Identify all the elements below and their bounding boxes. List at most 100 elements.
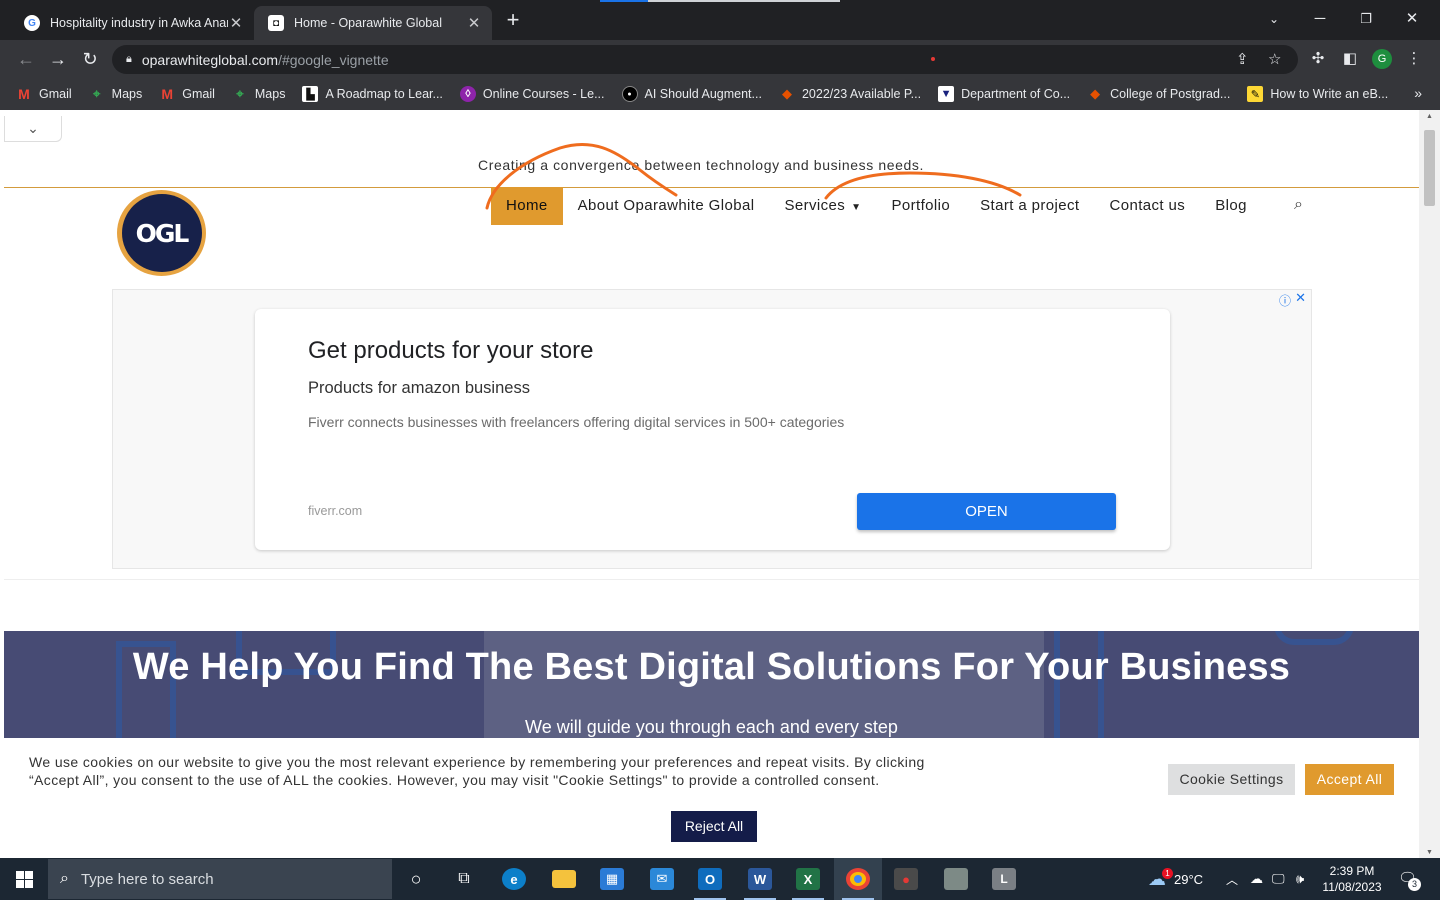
site-icon: ◘ [268,15,284,31]
start-button[interactable] [0,858,48,900]
recording-dot-icon [931,57,935,61]
bookmark-label: Maps [111,87,143,101]
bookmark-gmail[interactable]: M Gmail [159,86,215,102]
ad-close-icon[interactable]: ✕ [1295,290,1306,306]
cookie-settings-button[interactable]: Cookie Settings [1168,764,1295,795]
close-tab-icon[interactable]: ✕ [466,14,482,32]
edge-icon[interactable]: e [494,863,534,895]
scroll-up-icon[interactable]: ▲ [1419,113,1440,120]
tab-search-icon[interactable]: ⌄ [1254,6,1294,32]
forward-icon[interactable]: → [47,48,69,70]
nav-start-project[interactable]: Start a project [965,187,1094,225]
page-scrollbar[interactable]: ▲ ▼ [1419,110,1440,858]
accept-all-button[interactable]: Accept All [1305,764,1394,795]
nav-about[interactable]: About Oparawhite Global [563,187,770,225]
ad-open-button[interactable]: OPEN [857,493,1116,530]
task-view-icon[interactable]: ⧉ [444,863,484,895]
word-icon[interactable]: W [740,863,780,900]
nav-home[interactable]: Home [491,187,563,225]
document-app-icon[interactable] [936,863,976,895]
bookmark-available-programs[interactable]: ◆ 2022/23 Available P... [779,86,921,102]
loading-indicator [600,0,840,2]
bookmark-maps[interactable]: ⌖ Maps [89,86,143,102]
hero-decoration [1274,631,1354,645]
nav-services[interactable]: Services ▼ [769,187,876,225]
courses-icon: ◊ [459,86,476,102]
system-clock[interactable]: 2:39 PM 11/08/2023 [1318,863,1386,895]
bookmark-online-courses[interactable]: ◊ Online Courses - Le... [459,86,605,102]
browser-tab-hospitality[interactable]: G Hospitality industry in Awka Anambra ✕ [10,6,254,40]
reload-icon[interactable]: ↻ [79,48,101,70]
university-icon: ◆ [781,86,792,101]
file-explorer-icon[interactable] [544,863,584,895]
page-viewport: ⌄ Creating a convergence between technol… [0,110,1440,858]
ad-title[interactable]: Get products for your store [308,337,593,365]
bookmark-star-icon[interactable]: ☆ [1268,50,1281,68]
back-icon[interactable]: ← [15,48,37,70]
nav-blog[interactable]: Blog [1200,187,1262,225]
bookmark-ai-article[interactable]: ● AI Should Augment... [621,86,762,102]
minimize-icon[interactable]: ─ [1300,6,1340,32]
main-navigation: Home About Oparawhite Global Services ▼ P… [491,187,1262,225]
close-window-icon[interactable]: ✕ [1392,6,1432,32]
logo-text: OGL [121,194,202,272]
menu-kebab-icon[interactable]: ⋮ [1404,49,1424,69]
weather-temperature: 29°C [1174,871,1204,887]
share-icon[interactable]: ⇪ [1236,50,1249,68]
scroll-down-icon[interactable]: ▼ [1419,849,1440,856]
ad-card[interactable]: Get products for your store Products for… [255,309,1170,550]
gmail-icon: M [18,86,30,102]
new-tab-button[interactable]: + [502,8,524,32]
bookmark-gmail[interactable]: M Gmail [16,86,72,102]
browser-tab-home[interactable]: ◘ Home - Oparawhite Global ✕ [254,6,492,40]
outlook-icon[interactable]: O [690,863,730,900]
close-tab-icon[interactable]: ✕ [228,14,244,32]
collapse-ad-button[interactable]: ⌄ [4,116,62,142]
lock-icon[interactable]: 🔒︎ [126,53,132,66]
chevron-down-icon: ⌄ [27,120,39,136]
onedrive-icon[interactable]: ☁ [1250,858,1263,900]
network-icon[interactable]: 🖵︎ [1272,858,1285,900]
hero-heading: We Help You Find The Best Digital Soluti… [132,646,1291,688]
notification-count: 3 [1408,878,1421,891]
notification-center-icon[interactable]: 🗨︎ 3 [1398,869,1421,891]
chevron-down-icon: ▼ [851,202,862,213]
bookmark-college[interactable]: ◆ College of Postgrad... [1087,86,1230,102]
chrome-icon[interactable] [838,863,878,900]
reject-all-button[interactable]: Reject All [671,811,757,842]
side-panel-icon[interactable]: ◧ [1340,49,1360,69]
microsoft-store-icon[interactable]: ▦ [592,863,632,895]
search-icon[interactable]: ⌕ [1294,196,1303,214]
roadmap-icon: ▙ [302,86,319,102]
ad-container: ⓘ ✕ Get products for your store Products… [112,289,1312,569]
red-hat-app-icon[interactable]: ● [886,863,926,895]
cortana-icon[interactable]: ○ [396,863,436,895]
mail-icon[interactable]: ✉ [642,863,682,895]
restore-icon[interactable]: ❐ [1346,6,1386,32]
show-hidden-icons-icon[interactable]: ︿ [1226,858,1238,900]
bookmark-ebook[interactable]: ✎ How to Write an eB... [1247,86,1388,102]
scrollbar-thumb[interactable] [1424,130,1435,206]
tab-strip: G Hospitality industry in Awka Anambra ✕… [0,0,1440,40]
search-icon: ⌕ [60,870,69,887]
bookmark-roadmap[interactable]: ▙ A Roadmap to Lear... [302,86,443,102]
taskbar-search-placeholder: Type here to search [80,870,214,888]
nav-portfolio[interactable]: Portfolio [876,187,965,225]
more-bookmarks-icon[interactable]: » [1414,85,1422,101]
bookmark-department[interactable]: ▼ Department of Co... [938,86,1070,102]
nav-services-label: Services [784,197,846,214]
profile-avatar[interactable]: G [1372,49,1392,69]
volume-icon[interactable]: 🕪︎ [1296,858,1304,900]
bookmark-maps[interactable]: ⌖ Maps [232,86,285,102]
extensions-icon[interactable]: ✣ [1308,49,1328,69]
taskbar-search-box[interactable]: ⌕ Type here to search [48,859,392,899]
weather-widget[interactable]: ☁ 29°C [1148,858,1203,900]
nav-contact[interactable]: Contact us [1095,187,1201,225]
address-bar[interactable]: 🔒︎ oparawhiteglobal.com /#google_vignett… [112,45,1298,74]
site-logo[interactable]: OGL [117,190,206,276]
excel-icon[interactable]: X [788,863,828,900]
ad-domain[interactable]: fiverr.com [308,504,362,518]
ad-info-icon[interactable]: ⓘ [1279,292,1291,309]
writing-icon: ✎ [1247,86,1264,102]
l-app-icon[interactable]: L [984,863,1024,895]
